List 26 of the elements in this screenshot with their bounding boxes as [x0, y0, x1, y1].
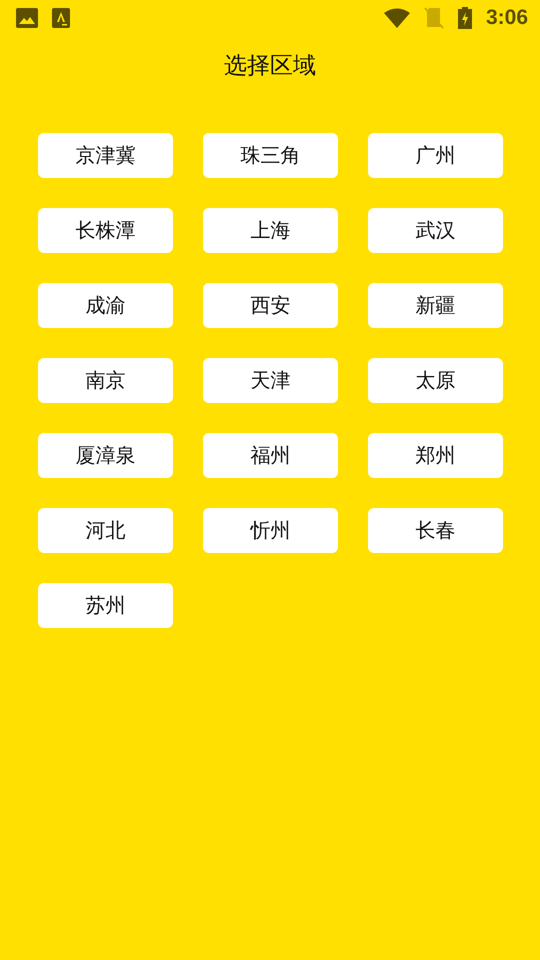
no-sim-icon — [424, 7, 444, 29]
letter-app-icon — [52, 8, 70, 28]
region-button[interactable]: 新疆 — [368, 283, 503, 328]
battery-charging-icon — [458, 7, 472, 29]
region-button[interactable]: 长株潭 — [38, 208, 173, 253]
region-button[interactable]: 西安 — [203, 283, 338, 328]
region-button[interactable]: 京津冀 — [38, 133, 173, 178]
region-button[interactable]: 苏州 — [38, 583, 173, 628]
region-button[interactable]: 成渝 — [38, 283, 173, 328]
region-button[interactable]: 河北 — [38, 508, 173, 553]
region-button[interactable]: 广州 — [368, 133, 503, 178]
region-button[interactable]: 福州 — [203, 433, 338, 478]
region-button[interactable]: 忻州 — [203, 508, 338, 553]
region-button[interactable]: 珠三角 — [203, 133, 338, 178]
region-button[interactable]: 长春 — [368, 508, 503, 553]
page-title: 选择区域 — [224, 52, 316, 81]
region-button[interactable]: 太原 — [368, 358, 503, 403]
region-button[interactable]: 武汉 — [368, 208, 503, 253]
wifi-icon — [384, 8, 410, 28]
clock-time: 3:06 — [486, 6, 528, 30]
region-button[interactable]: 南京 — [38, 358, 173, 403]
region-button[interactable]: 郑州 — [368, 433, 503, 478]
region-button[interactable]: 厦漳泉 — [38, 433, 173, 478]
region-button[interactable]: 上海 — [203, 208, 338, 253]
image-icon — [16, 8, 38, 28]
region-button[interactable]: 天津 — [203, 358, 338, 403]
